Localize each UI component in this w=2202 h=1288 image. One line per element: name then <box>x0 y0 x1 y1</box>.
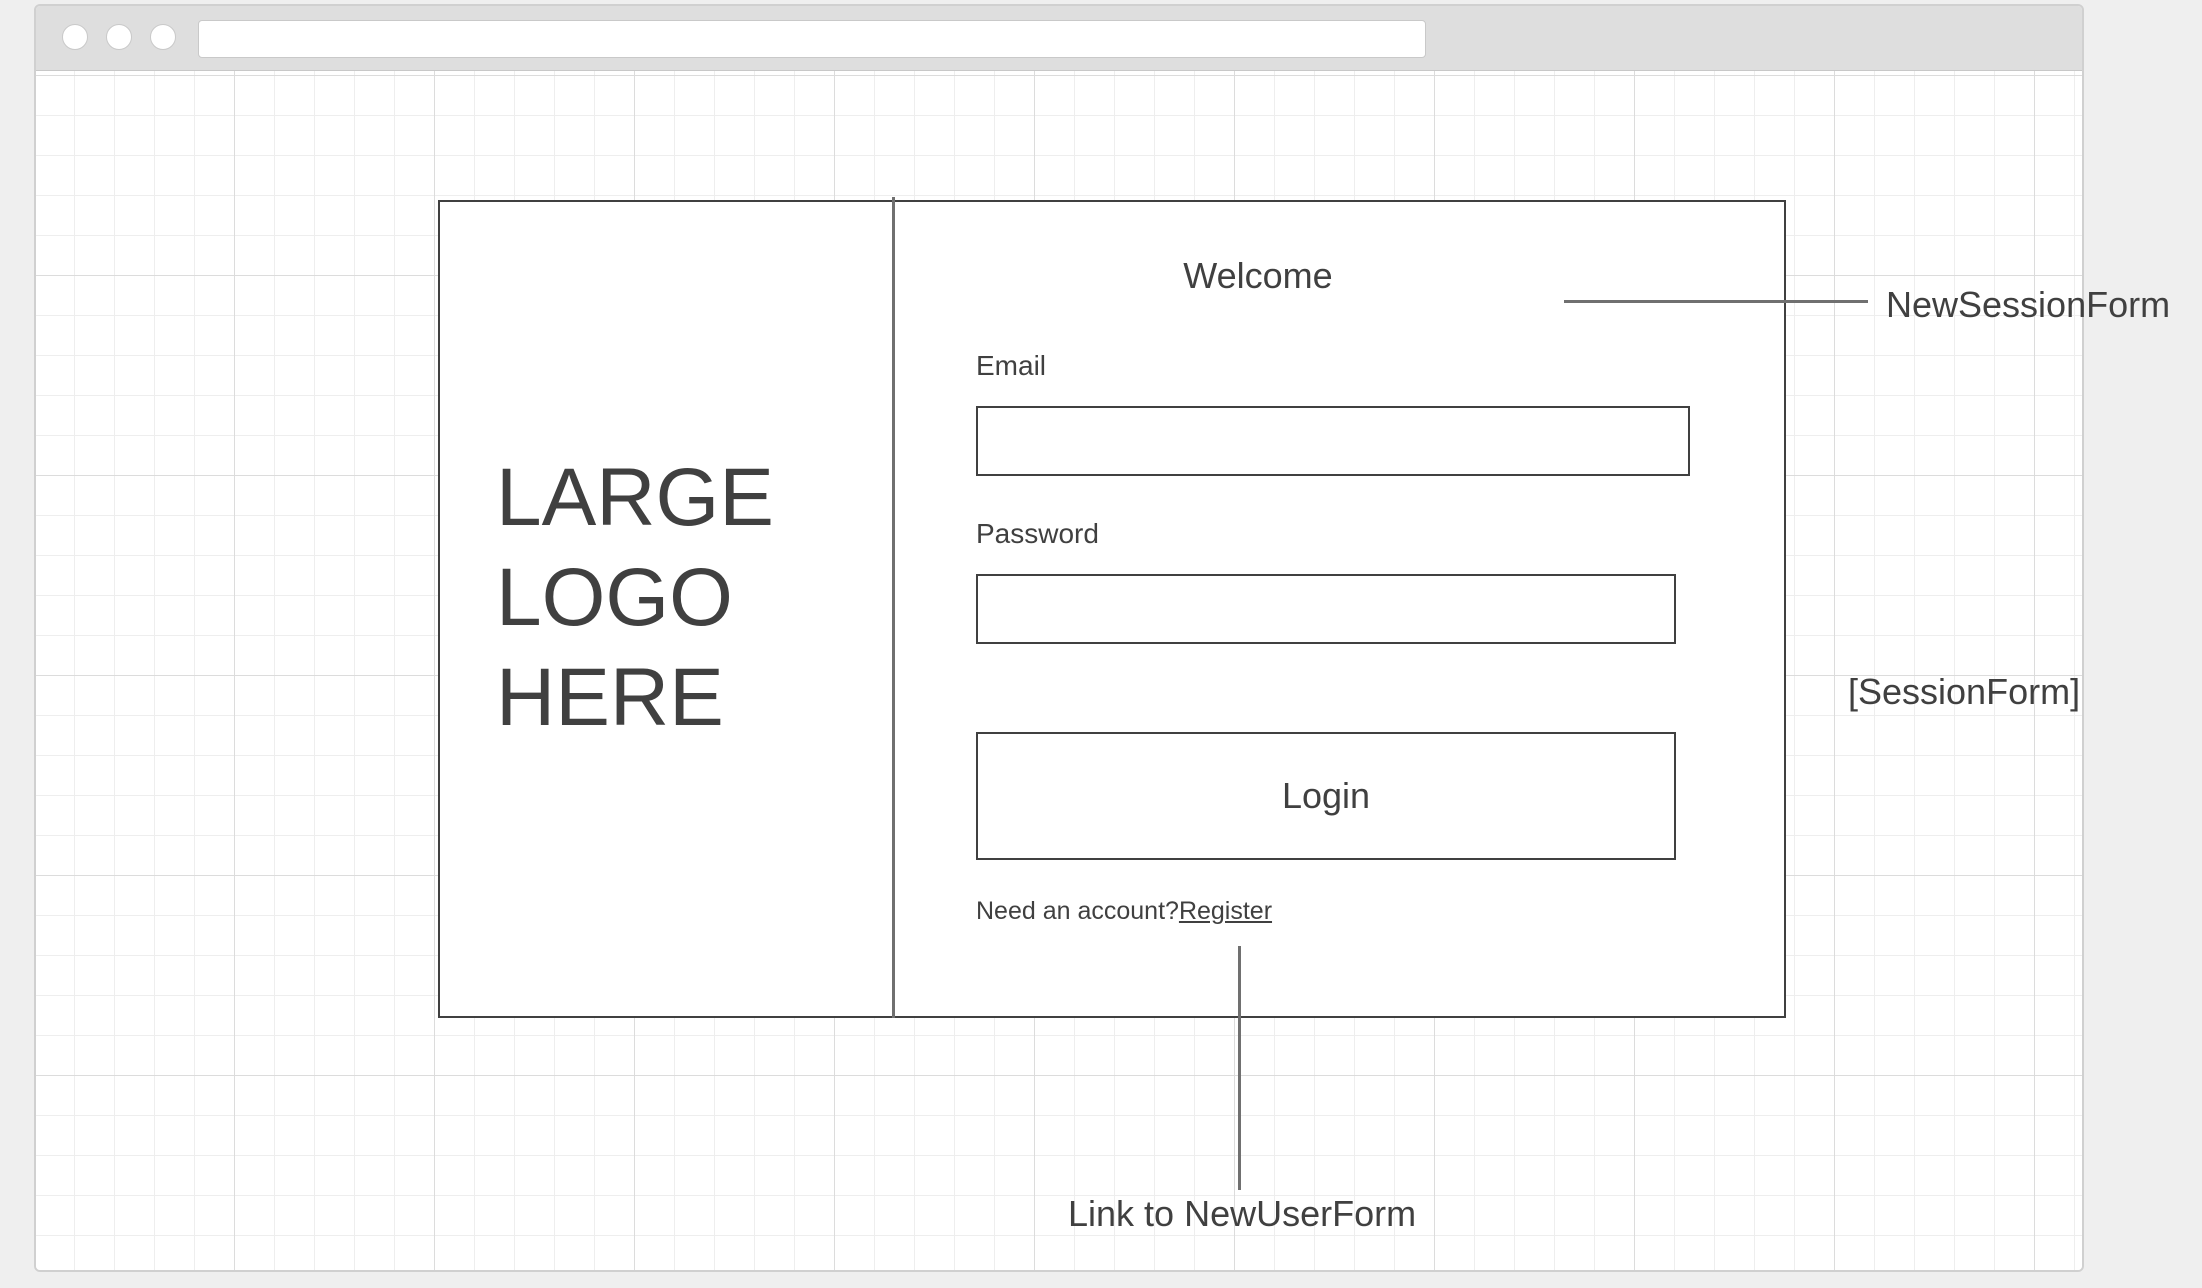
logo-line: HERE <box>496 652 724 743</box>
email-field[interactable] <box>976 406 1690 476</box>
logo-divider <box>892 197 895 1018</box>
new-session-form-connector <box>1564 300 1868 303</box>
logo-line: LOGO <box>496 552 733 643</box>
logo-placeholder: LARGE LOGO HERE <box>496 448 774 748</box>
address-bar[interactable] <box>198 20 1426 58</box>
login-button[interactable]: Login <box>976 732 1676 860</box>
window-close-dot[interactable] <box>62 24 88 50</box>
new-session-form-annotation: NewSessionForm <box>1886 284 2171 325</box>
email-label: Email <box>976 350 1047 381</box>
link-annotation: Link to NewUserForm <box>1068 1193 1417 1234</box>
session-form-annotation: [SessionForm] <box>1848 671 2081 712</box>
logo-line: LARGE <box>496 452 774 543</box>
register-link[interactable]: Register <box>1179 897 1272 925</box>
password-label: Password <box>976 518 1099 549</box>
browser-chrome <box>36 6 2082 71</box>
register-prompt: Need an account?Register <box>976 895 1272 927</box>
window-maximize-dot[interactable] <box>150 24 176 50</box>
form-title: Welcome <box>1183 255 1333 296</box>
register-link-connector <box>1238 946 1241 1190</box>
need-account-text: Need an account? <box>976 897 1179 925</box>
password-field[interactable] <box>976 574 1676 644</box>
window-minimize-dot[interactable] <box>106 24 132 50</box>
